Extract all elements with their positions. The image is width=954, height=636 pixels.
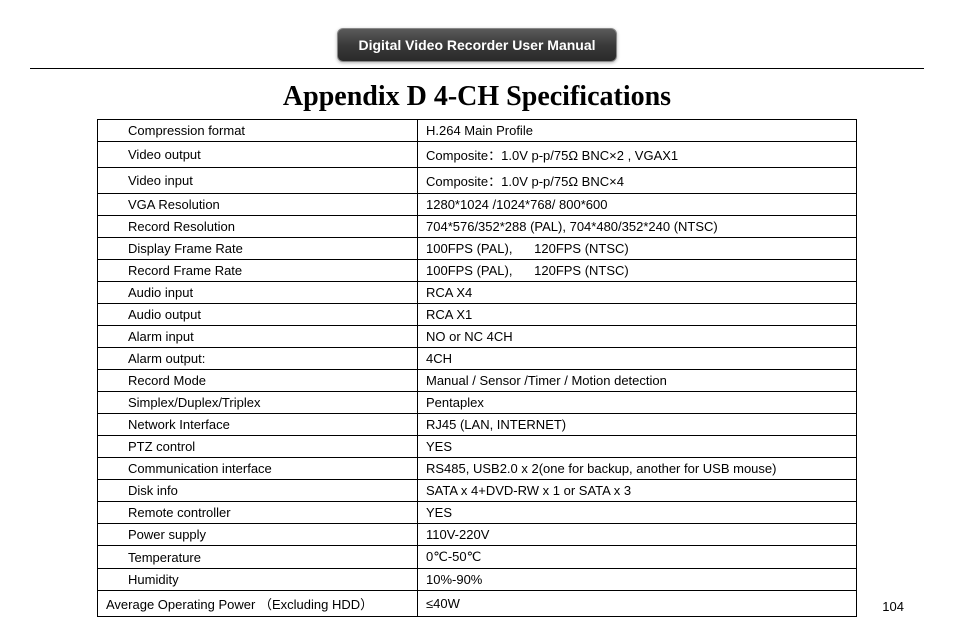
spec-value: Composite：1.0V p-p/75Ω BNC×2 , VGAX1 [418,142,857,168]
header-divider [30,68,924,69]
spec-label: Power supply [98,524,418,546]
table-row: Record ModeManual / Sensor /Timer / Moti… [98,370,857,392]
spec-value: 100FPS (PAL), 120FPS (NTSC) [418,238,857,260]
table-row: Average Operating Power （Excluding HDD）≤… [98,591,857,617]
spec-value: 10%-90% [418,569,857,591]
spec-value: 0℃-50℃ [418,546,857,569]
table-row: Network InterfaceRJ45 (LAN, INTERNET) [98,414,857,436]
spec-label: Audio input [98,282,418,304]
spec-label: Display Frame Rate [98,238,418,260]
spec-label: Humidity [98,569,418,591]
spec-label: Temperature [98,546,418,569]
spec-value: RS485, USB2.0 x 2(one for backup, anothe… [418,458,857,480]
page-title: Appendix D 4-CH Specifications [30,81,924,113]
table-row: Disk infoSATA x 4+DVD-RW x 1 or SATA x 3 [98,480,857,502]
spec-label: PTZ control [98,436,418,458]
table-row: Video inputComposite：1.0V p-p/75Ω BNC×4 [98,168,857,194]
spec-value: Pentaplex [418,392,857,414]
spec-value: SATA x 4+DVD-RW x 1 or SATA x 3 [418,480,857,502]
table-row: Video outputComposite：1.0V p-p/75Ω BNC×2… [98,142,857,168]
spec-value: 1280*1024 /1024*768/ 800*600 [418,194,857,216]
spec-label: Simplex/Duplex/Triplex [98,392,418,414]
spec-value: RCA X4 [418,282,857,304]
spec-label: Disk info [98,480,418,502]
table-row: Record Frame Rate100FPS (PAL), 120FPS (N… [98,260,857,282]
table-row: Communication interfaceRS485, USB2.0 x 2… [98,458,857,480]
table-row: Simplex/Duplex/TriplexPentaplex [98,392,857,414]
spec-label: Remote controller [98,502,418,524]
spec-label: Alarm output: [98,348,418,370]
table-row: Display Frame Rate100FPS (PAL), 120FPS (… [98,238,857,260]
table-row: Audio inputRCA X4 [98,282,857,304]
spec-label: Network Interface [98,414,418,436]
spec-label: Alarm input [98,326,418,348]
spec-value: Manual / Sensor /Timer / Motion detectio… [418,370,857,392]
spec-label: Record Resolution [98,216,418,238]
spec-label: Compression format [98,120,418,142]
table-row: Alarm inputNO or NC 4CH [98,326,857,348]
spec-value: Composite：1.0V p-p/75Ω BNC×4 [418,168,857,194]
table-row: Record Resolution704*576/352*288 (PAL), … [98,216,857,238]
spec-value: RCA X1 [418,304,857,326]
table-row: Power supply110V-220V [98,524,857,546]
spec-label: Record Frame Rate [98,260,418,282]
spec-value: 704*576/352*288 (PAL), 704*480/352*240 (… [418,216,857,238]
spec-label: Video output [98,142,418,168]
table-row: Humidity10%-90% [98,569,857,591]
table-row: Temperature0℃-50℃ [98,546,857,569]
table-row: Remote controllerYES [98,502,857,524]
table-row: Audio outputRCA X1 [98,304,857,326]
spec-value: ≤40W [418,591,857,617]
table-row: Alarm output:4CH [98,348,857,370]
spec-label: Video input [98,168,418,194]
spec-value: 4CH [418,348,857,370]
spec-label: Record Mode [98,370,418,392]
spec-value: 110V-220V [418,524,857,546]
spec-value: H.264 Main Profile [418,120,857,142]
spec-value: RJ45 (LAN, INTERNET) [418,414,857,436]
spec-label: Average Operating Power （Excluding HDD） [98,591,418,617]
table-row: PTZ controlYES [98,436,857,458]
table-row: Compression formatH.264 Main Profile [98,120,857,142]
spec-table: Compression formatH.264 Main ProfileVide… [97,119,857,617]
table-row: VGA Resolution1280*1024 /1024*768/ 800*6… [98,194,857,216]
spec-value: YES [418,502,857,524]
spec-value: 100FPS (PAL), 120FPS (NTSC) [418,260,857,282]
page-number: 104 [882,599,904,614]
spec-label: Audio output [98,304,418,326]
spec-label: Communication interface [98,458,418,480]
spec-value: YES [418,436,857,458]
spec-label: VGA Resolution [98,194,418,216]
spec-value: NO or NC 4CH [418,326,857,348]
header-badge: Digital Video Recorder User Manual [337,28,616,62]
